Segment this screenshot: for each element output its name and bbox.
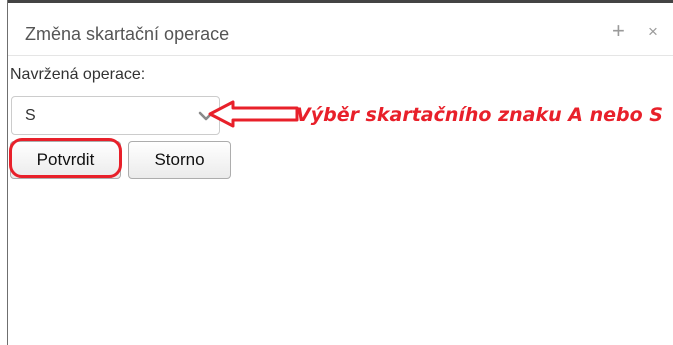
selected-value: S <box>25 107 36 124</box>
annotation-arrow-icon <box>208 100 299 128</box>
annotation-callout-text: Výběr skartačního znaku A nebo S <box>296 104 663 126</box>
dialog-title: Změna skartační operace <box>25 24 230 44</box>
confirm-highlight-ring <box>9 138 122 178</box>
close-icon[interactable]: × <box>648 23 658 40</box>
page: Změna skartační operace + × Navržená ope… <box>0 0 673 345</box>
cancel-button[interactable]: Storno <box>128 141 231 179</box>
plus-icon[interactable]: + <box>612 20 625 42</box>
proposed-operation-select[interactable]: S <box>11 96 220 135</box>
dialog-titlebar: Změna skartační operace + × <box>8 3 673 56</box>
proposed-operation-label: Navržená operace: <box>10 66 146 83</box>
